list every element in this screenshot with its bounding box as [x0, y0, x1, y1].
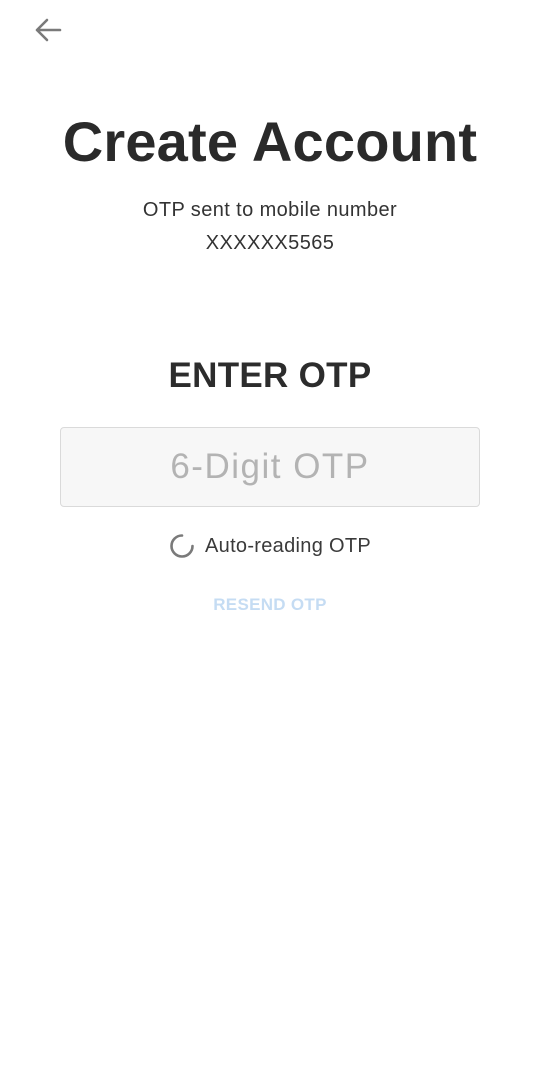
auto-read-label: Auto-reading OTP [205, 535, 371, 557]
auto-read-status: Auto-reading OTP [0, 532, 540, 560]
page-title: Create Account [62, 110, 478, 173]
arrow-left-icon [34, 17, 62, 48]
resend-otp-button[interactable]: RESEND OTP [190, 590, 350, 620]
otp-input[interactable] [60, 427, 480, 507]
back-button[interactable] [28, 14, 68, 50]
masked-mobile-number: XXXXXX5565 [205, 232, 335, 254]
otp-sent-message: OTP sent to mobile number [142, 199, 398, 221]
enter-otp-heading: ENTER OTP [168, 356, 372, 395]
loading-spinner-icon [169, 533, 195, 559]
